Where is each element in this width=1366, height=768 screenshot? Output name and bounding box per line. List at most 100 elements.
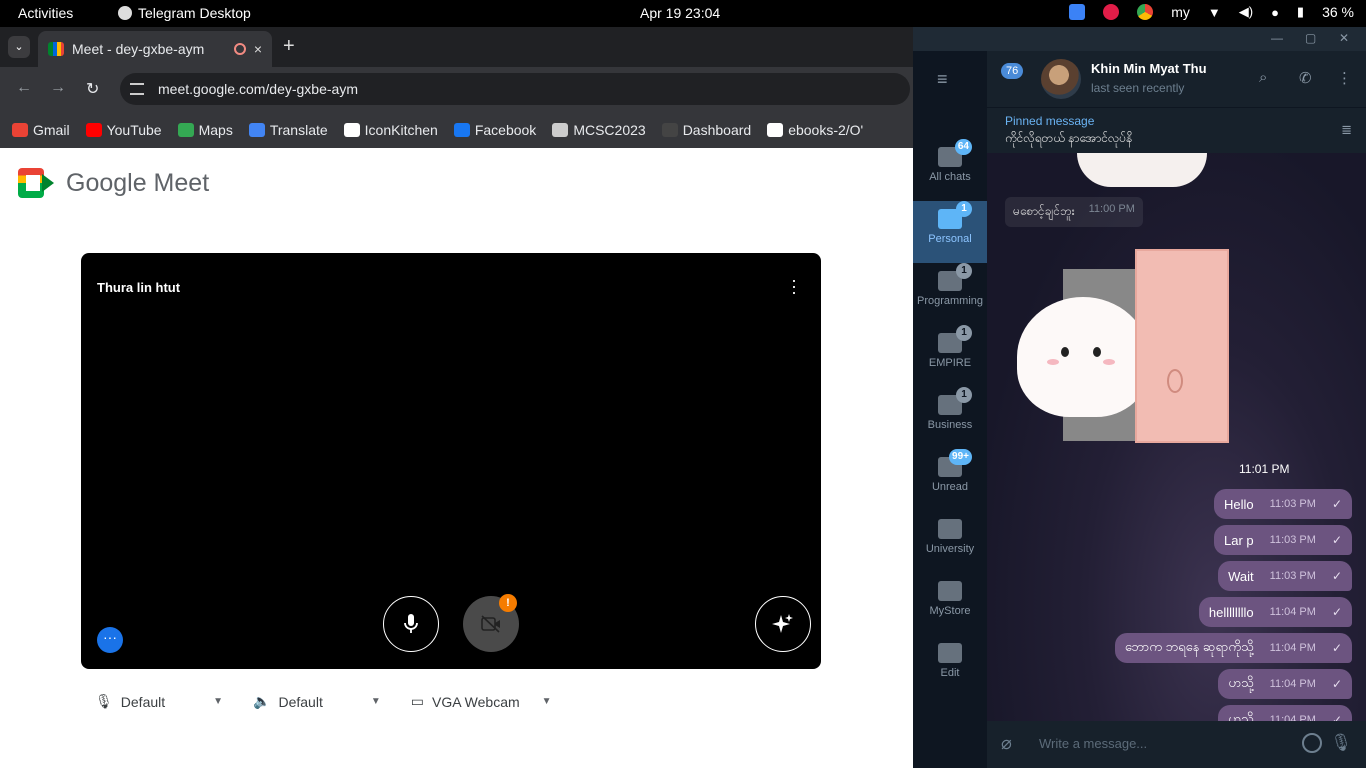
- folder-item[interactable]: 1 Personal: [913, 201, 987, 263]
- pinned-list-icon[interactable]: ≣: [1341, 122, 1352, 138]
- outgoing-message[interactable]: ဟသို့ 11:04 PM ✓: [1218, 669, 1352, 699]
- outgoing-message[interactable]: Wait 11:03 PM ✓: [1218, 561, 1352, 591]
- tab-meet[interactable]: Meet - dey-gxbe-aym ×: [38, 31, 272, 67]
- bookmark-item[interactable]: Maps: [177, 122, 233, 138]
- folder-item[interactable]: University: [913, 511, 987, 573]
- volume-icon[interactable]: ◀): [1239, 4, 1253, 20]
- chat-name[interactable]: Khin Min Myat Thu: [1091, 61, 1207, 76]
- bookmark-item[interactable]: Facebook: [453, 122, 536, 138]
- wifi-icon[interactable]: ▼: [1208, 5, 1221, 20]
- hamburger-menu-icon[interactable]: ≡: [937, 69, 948, 90]
- outgoing-message[interactable]: hellllllllo 11:04 PM ✓: [1198, 597, 1352, 627]
- camera-select[interactable]: ▭ VGA Webcam ▼: [411, 693, 552, 710]
- tab-search-button[interactable]: ⌄: [8, 36, 30, 58]
- bookmark-item[interactable]: MCSC2023: [552, 122, 646, 138]
- message-text: Wait: [1228, 568, 1254, 584]
- back-unread-badge[interactable]: 76: [1001, 63, 1024, 79]
- speaker-select[interactable]: 🔈 Default ▼: [253, 693, 381, 710]
- more-actions-icon[interactable]: ···: [97, 627, 123, 653]
- folder-sidebar: ≡ 64 All chats 1 Personal 1 Programming 1 EMPIR…: [913, 51, 987, 768]
- mic-tray-icon[interactable]: ●: [1271, 5, 1279, 20]
- incoming-message[interactable]: မစောင့်ချင်ဘူး 11:00 PM: [1005, 197, 1143, 227]
- microphone-toggle-button[interactable]: [383, 596, 439, 652]
- camera-toggle-button[interactable]: !: [463, 594, 519, 652]
- read-check-icon: ✓: [1331, 605, 1342, 619]
- folder-item[interactable]: 1 EMPIRE: [913, 325, 987, 387]
- keyboard-layout[interactable]: my: [1171, 4, 1190, 20]
- bookmark-item[interactable]: Dashboard: [661, 122, 751, 138]
- tab-strip: ⌄ Meet - dey-gxbe-aym × +: [0, 27, 913, 67]
- forward-arrow-icon[interactable]: →: [50, 79, 66, 97]
- unread-badge: 1: [956, 387, 972, 403]
- maximize-icon[interactable]: ▢: [1305, 31, 1316, 45]
- activities-button[interactable]: Activities: [18, 5, 73, 21]
- bookmark-item[interactable]: Gmail: [12, 122, 70, 138]
- record-tray-icon[interactable]: [1103, 4, 1120, 20]
- message-list[interactable]: မစောင့်ချင်ဘူး 11:00 PM 11:01 PM Hello 11…: [987, 153, 1366, 735]
- pinned-message-bar[interactable]: Pinned message ကိုင်လိုရတယ် နာအောင်လုပ်န…: [987, 107, 1366, 153]
- camera-value: VGA Webcam: [431, 693, 520, 710]
- message-time: 11:03 PM: [1269, 570, 1316, 582]
- folder-label: All chats: [929, 171, 971, 183]
- message-time: 11:04 PM: [1269, 606, 1316, 618]
- url-text[interactable]: meet.google.com/dey-gxbe-aym: [158, 81, 358, 97]
- attach-icon[interactable]: ⌀: [1001, 733, 1012, 754]
- close-tab-icon[interactable]: ×: [254, 41, 262, 57]
- new-tab-button[interactable]: +: [283, 35, 295, 58]
- shield-tray-icon[interactable]: [1069, 4, 1086, 20]
- meet-page: Google Meet Thura lin htut · · · ··· ! 🎙 D…: [0, 148, 913, 768]
- bookmark-item[interactable]: IconKitchen: [343, 122, 438, 138]
- outgoing-message[interactable]: Hello 11:03 PM ✓: [1214, 489, 1352, 519]
- address-bar[interactable]: meet.google.com/dey-gxbe-aym: [120, 73, 910, 105]
- webcam-icon: ▭: [410, 693, 424, 709]
- navigation-bar: ← → ↻ meet.google.com/dey-gxbe-aym: [0, 67, 913, 111]
- folder-item[interactable]: 1 Business: [913, 387, 987, 449]
- more-vertical-icon[interactable]: ⋮: [1337, 69, 1352, 87]
- folder-item[interactable]: 64 All chats: [913, 139, 987, 201]
- more-options-icon[interactable]: · · ·: [791, 271, 797, 301]
- folder-label: Programming: [916, 295, 984, 307]
- pinned-title: Pinned message: [1005, 114, 1095, 128]
- folder-label: Edit: [940, 667, 960, 679]
- avatar[interactable]: [1041, 59, 1081, 99]
- camera-off-icon: [481, 615, 500, 633]
- phone-icon[interactable]: ✆: [1299, 69, 1312, 87]
- system-top-bar: Activities Telegram Desktop Apr 19 23:04…: [0, 0, 1366, 27]
- bookmark-label: Gmail: [33, 121, 70, 138]
- folder-item[interactable]: Edit: [913, 635, 987, 697]
- speaker-icon: 🔈: [253, 693, 271, 709]
- chrome-tray-icon[interactable]: [1137, 4, 1154, 20]
- bookmark-favicon-icon: [453, 122, 470, 137]
- message-input[interactable]: Write a message...: [1039, 736, 1147, 751]
- bookmark-favicon-icon: [85, 122, 102, 137]
- clock[interactable]: Apr 19 23:04: [640, 5, 720, 21]
- bookmark-item[interactable]: Translate: [248, 122, 328, 138]
- focused-app-menu[interactable]: Telegram Desktop: [118, 5, 251, 21]
- cat-door-sticker[interactable]: [1017, 249, 1229, 445]
- message-time: 11:03 PM: [1269, 534, 1316, 546]
- system-tray[interactable]: my ▼ ◀) ● ▮ 36 %: [1069, 4, 1354, 20]
- google-meet-logo[interactable]: Google Meet: [18, 168, 209, 198]
- chevron-down-icon: ▼: [213, 696, 224, 707]
- folder-item[interactable]: 99+ Unread: [913, 449, 987, 511]
- reload-icon[interactable]: ↻: [86, 79, 99, 99]
- folder-icon: 1: [938, 263, 972, 291]
- bookmark-item[interactable]: ebooks-2/O': [767, 122, 863, 138]
- message-composer: ⌀ Write a message... 🎙: [987, 721, 1366, 768]
- outgoing-message[interactable]: Lar p 11:03 PM ✓: [1214, 525, 1352, 555]
- visual-effects-button[interactable]: [755, 596, 811, 652]
- minimize-icon[interactable]: —: [1271, 31, 1283, 45]
- site-settings-icon[interactable]: [130, 83, 144, 95]
- back-arrow-icon[interactable]: ←: [16, 79, 32, 97]
- folder-item[interactable]: 1 Programming: [913, 263, 987, 325]
- voice-message-icon[interactable]: 🎙: [1330, 733, 1352, 753]
- emoji-icon[interactable]: [1302, 733, 1322, 753]
- close-window-icon[interactable]: ✕: [1339, 31, 1349, 45]
- bookmark-item[interactable]: YouTube: [85, 122, 162, 138]
- folder-item[interactable]: MyStore: [913, 573, 987, 635]
- microphone-select[interactable]: 🎙 Default ▼: [95, 693, 223, 710]
- battery-level: 36 %: [1322, 4, 1354, 20]
- sticker-partial[interactable]: [1077, 153, 1207, 187]
- search-icon[interactable]: ⌕: [1259, 69, 1267, 86]
- outgoing-message[interactable]: ဘောက ဘရနေ ဆုရာကိုသို့ 11:04 PM ✓: [1114, 633, 1352, 663]
